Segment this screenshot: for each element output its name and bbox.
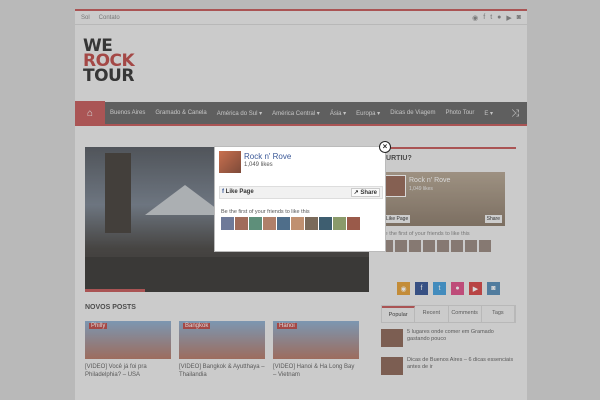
friend-avatar[interactable] xyxy=(305,217,318,230)
facebook-popup: × Rock n' Rove 1,049 likes f Like Page ↗… xyxy=(214,141,391,252)
friend-avatar[interactable] xyxy=(249,217,262,230)
popup-share-button[interactable]: ↗ Share xyxy=(350,188,380,197)
popup-faces xyxy=(221,217,360,230)
friend-avatar[interactable] xyxy=(347,217,360,230)
popup-page-name[interactable]: Rock n' Rove xyxy=(244,152,291,161)
friend-avatar[interactable] xyxy=(319,217,332,230)
friend-avatar[interactable] xyxy=(333,217,346,230)
friend-avatar[interactable] xyxy=(277,217,290,230)
friend-avatar[interactable] xyxy=(291,217,304,230)
friend-avatar[interactable] xyxy=(263,217,276,230)
popup-like-button[interactable]: f Like Page xyxy=(222,189,254,195)
friend-avatar[interactable] xyxy=(221,217,234,230)
close-icon[interactable]: × xyxy=(379,141,391,153)
popup-likes: 1,049 likes xyxy=(244,162,273,168)
facebook-icon: f xyxy=(222,189,224,195)
popup-action-bar: f Like Page ↗ Share xyxy=(219,186,383,199)
friend-avatar[interactable] xyxy=(235,217,248,230)
popup-first-text: Be the first of your friends to like thi… xyxy=(221,209,310,215)
popup-avatar[interactable] xyxy=(219,151,241,173)
share-icon: ↗ xyxy=(353,190,359,196)
